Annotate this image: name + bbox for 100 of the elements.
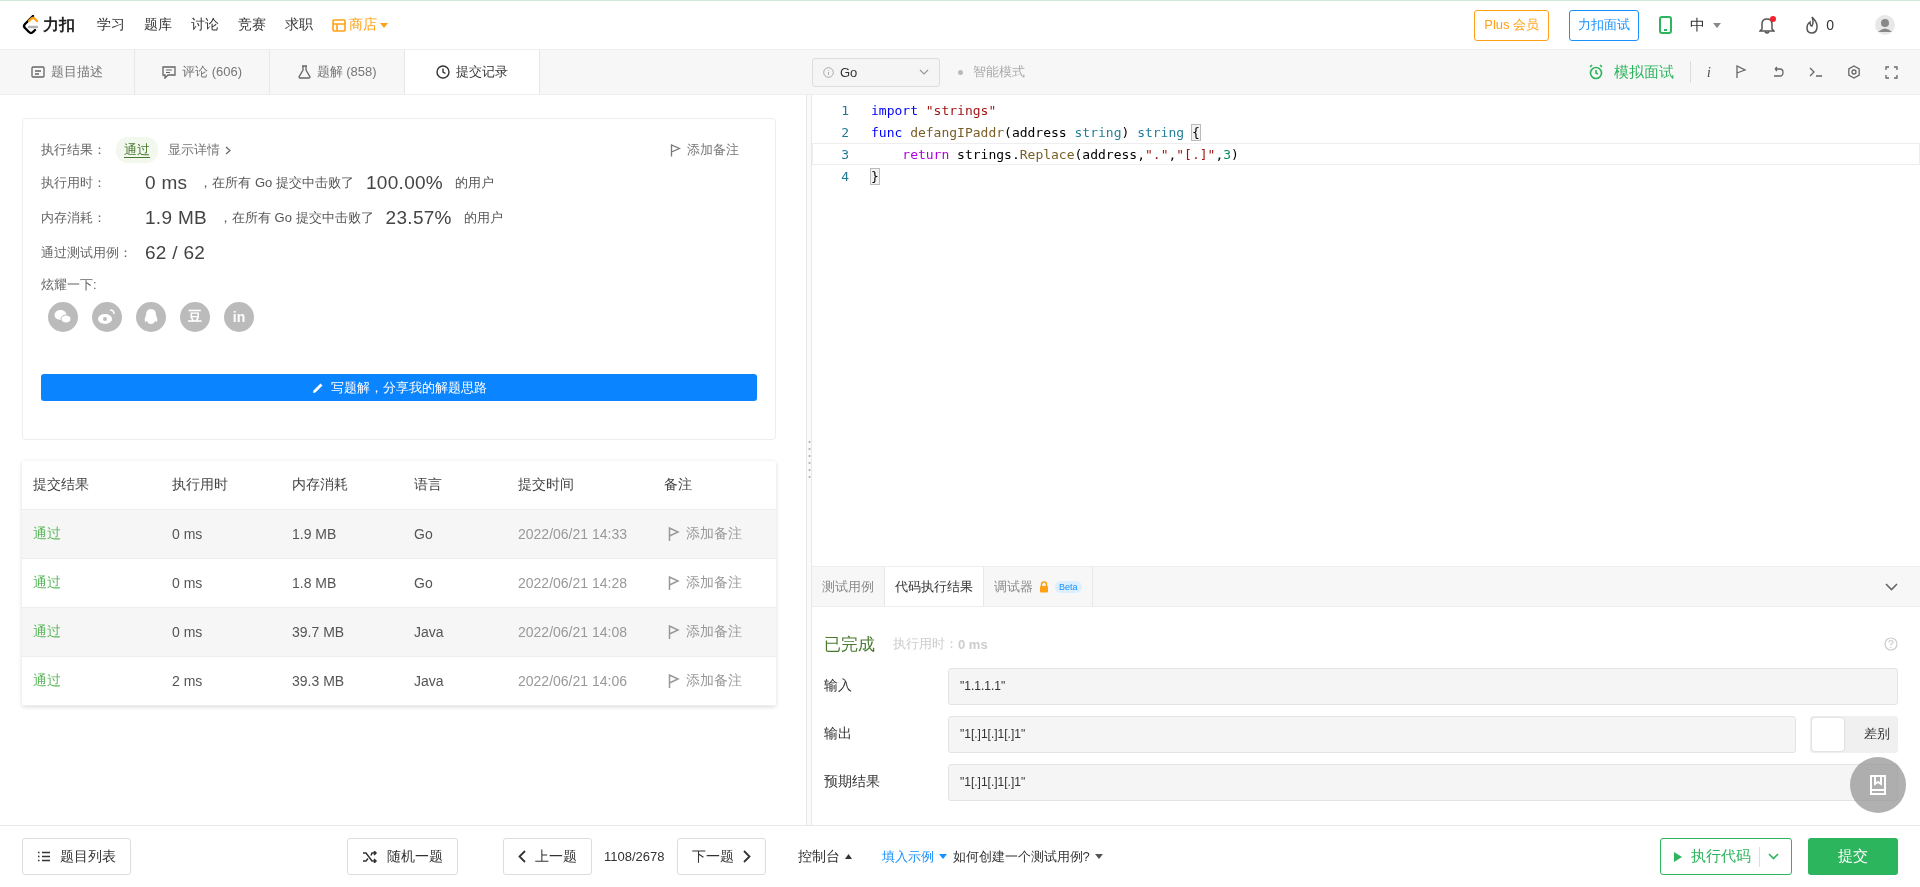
table-cell-text: 2 ms — [172, 673, 204, 689]
test-case-count: 62 / 62 — [145, 241, 206, 264]
nav-link[interactable]: 讨论 — [191, 16, 219, 34]
wechat-icon[interactable] — [48, 302, 78, 332]
diff-toggle[interactable]: 差别 — [1810, 715, 1898, 753]
terminal-icon[interactable] — [1809, 67, 1823, 77]
status-link[interactable]: 通过 — [33, 672, 172, 690]
random-problem-button[interactable]: 随机一题 — [347, 838, 458, 875]
info-icon — [823, 66, 834, 78]
previous-button[interactable]: 上一题 — [503, 838, 592, 875]
caret-icon[interactable] — [1713, 22, 1722, 28]
table-cell-text: Java — [414, 624, 445, 640]
weibo-icon[interactable] — [92, 302, 122, 332]
field-label: 预期结果 — [824, 773, 881, 791]
penguin-icon[interactable] — [136, 302, 166, 332]
undo-icon[interactable] — [1771, 66, 1785, 78]
run-code-button[interactable]: 执行代码 — [1660, 838, 1792, 875]
smart-mode-toggle[interactable]: 智能模式 — [958, 63, 1025, 81]
column-header: 提交结果 — [33, 476, 90, 494]
interview-button[interactable]: 力扣面试 — [1569, 9, 1640, 41]
info-button[interactable]: i — [1706, 63, 1711, 81]
add-note-button[interactable]: 添加备注 — [664, 525, 742, 543]
field-label: 输入 — [824, 677, 853, 695]
nav-link[interactable]: 求职 — [285, 16, 313, 34]
drag-handle-icon[interactable] — [807, 440, 811, 480]
code-line: return strings.Replace(address,".","[.]",3) — [901, 146, 1239, 162]
status-link[interactable]: 通过 — [33, 574, 172, 592]
stat-value: 1.9 MB — [145, 206, 207, 229]
console-button[interactable]: 控制台 — [797, 847, 852, 866]
bell-icon[interactable] — [1759, 16, 1776, 34]
flag-icon[interactable] — [1735, 65, 1747, 79]
stat-label: 执行用时： — [41, 173, 107, 192]
add-note-button[interactable]: 添加备注 — [664, 574, 742, 592]
chevron-right-icon — [225, 145, 231, 155]
fill-example-link[interactable]: 填入示例 — [881, 847, 947, 866]
stat-value: 0 ms — [145, 171, 188, 194]
flag-icon — [670, 143, 681, 157]
column-header: 内存消耗 — [292, 476, 349, 494]
caret-icon — [380, 22, 388, 28]
document-icon — [31, 66, 45, 78]
tab[interactable]: 提交记录 — [405, 50, 540, 94]
logo-icon[interactable] — [22, 15, 40, 35]
problem-position: 1108/2678 — [604, 849, 665, 864]
details-link[interactable]: 显示详情 — [168, 141, 231, 159]
phone-icon[interactable] — [1659, 16, 1673, 34]
submit-button[interactable]: 提交 — [1808, 838, 1898, 875]
store-icon — [332, 18, 346, 32]
beta-badge: Beta — [1055, 580, 1082, 593]
book-icon — [1869, 775, 1887, 795]
table-cell-text: 0 ms — [172, 575, 204, 591]
stat-label: 内存消耗： — [41, 208, 107, 227]
nav-link[interactable]: 题库 — [144, 16, 172, 34]
line-number: 2 — [840, 124, 850, 140]
line-number: 4 — [840, 168, 850, 184]
logo-text[interactable]: 力扣 — [43, 14, 75, 36]
store-label: 商店 — [349, 16, 377, 34]
settings-icon[interactable] — [1847, 65, 1861, 79]
nav-link[interactable]: 学习 — [97, 16, 125, 34]
nav-link[interactable]: 竞赛 — [238, 16, 266, 34]
chevron-down-icon[interactable] — [1885, 582, 1898, 591]
line-number: 3 — [840, 146, 850, 162]
language-label[interactable]: 中 — [1690, 15, 1706, 35]
mock-interview-button[interactable]: 模拟面试 — [1587, 62, 1674, 82]
stat-percent: 23.57% — [385, 206, 452, 229]
help-link[interactable]: 如何创建一个测试用例? — [952, 847, 1103, 866]
table-cell-text: 39.7 MB — [292, 624, 346, 640]
add-note-button[interactable]: 添加备注 — [664, 623, 742, 641]
language-select[interactable]: Go — [812, 57, 940, 87]
chevron-down-icon — [1768, 853, 1779, 860]
value-field: "1[.]1[.]1[.]1" — [948, 715, 1796, 753]
write-solution-button[interactable]: 写题解，分享我的解题思路 — [41, 374, 757, 401]
fullscreen-icon[interactable] — [1885, 65, 1898, 79]
table-cell-text: 0 ms — [172, 624, 204, 640]
add-note-button[interactable]: 添加备注 — [664, 140, 745, 160]
problem-list-button[interactable]: 题目列表 — [22, 838, 131, 875]
avatar-icon[interactable] — [1874, 14, 1896, 36]
flame-icon[interactable] — [1805, 16, 1820, 34]
code-line: import "strings" — [871, 102, 997, 118]
flag-icon — [668, 624, 680, 640]
floating-book-button[interactable] — [1850, 757, 1906, 813]
status-link[interactable]: 通过 — [33, 623, 172, 641]
clock-icon — [436, 65, 450, 79]
column-header: 执行用时 — [172, 476, 229, 494]
status-link[interactable]: 通过 — [33, 525, 172, 543]
status-badge: 通过 — [116, 137, 158, 163]
stat-suffix: 的用户 — [463, 208, 503, 227]
console-tab[interactable]: 代码执行结果 — [885, 567, 984, 606]
shuffle-icon — [362, 850, 378, 863]
flag-icon — [668, 575, 680, 591]
stat-percent: 100.00% — [365, 171, 444, 194]
column-header: 语言 — [414, 476, 443, 494]
flask-icon — [297, 65, 311, 79]
field-label: 输出 — [824, 725, 853, 743]
add-note-button[interactable]: 添加备注 — [664, 672, 742, 690]
next-button[interactable]: 下一题 — [676, 838, 766, 875]
stat-text: ，在所有 Go 提交中击败了 — [199, 173, 354, 192]
caret-icon — [938, 854, 947, 859]
column-header: 提交时间 — [518, 476, 575, 494]
table-cell-text: 2022/06/21 14:28 — [518, 575, 628, 591]
chevron-right-icon — [742, 850, 751, 863]
